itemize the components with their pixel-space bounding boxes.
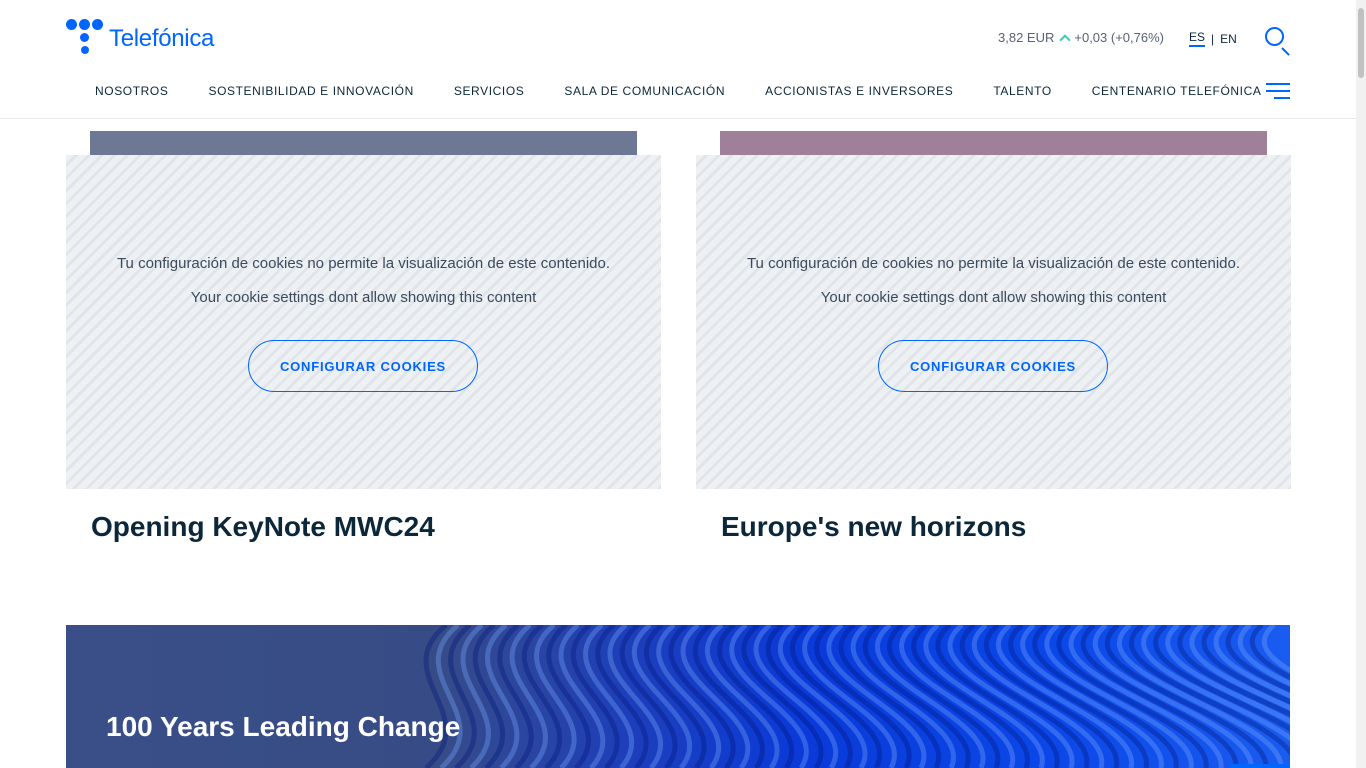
nav-item-sala-comunicacion[interactable]: SALA DE COMUNICACIÓN xyxy=(564,84,725,98)
stock-change: +0,03 (+0,76%) xyxy=(1074,30,1164,45)
card-title[interactable]: Europe's new horizons xyxy=(721,511,1026,543)
arrow-up-icon xyxy=(1059,33,1072,46)
language-es[interactable]: ES xyxy=(1189,30,1206,47)
nav-item-nosotros[interactable]: NOSOTROS xyxy=(95,84,168,98)
logo-text: Telefónica xyxy=(109,25,215,52)
cookie-message-es: Tu configuración de cookies no permite l… xyxy=(116,255,611,272)
site-header: Telefónica 3,82 EUR +0,03 (+0,76%) ES | … xyxy=(0,0,1356,119)
search-icon[interactable] xyxy=(1265,27,1291,56)
nav-item-sostenibilidad[interactable]: SOSTENIBILIDAD E INNOVACIÓN xyxy=(208,84,413,98)
telefonica-logo[interactable]: Telefónica xyxy=(66,19,214,57)
menu-icon[interactable] xyxy=(1266,83,1290,100)
configure-cookies-button[interactable]: CONFIGURAR COOKIES xyxy=(878,340,1108,392)
scrollbar-thumb[interactable] xyxy=(1358,8,1364,78)
card-title[interactable]: Opening KeyNote MWC24 xyxy=(91,511,435,543)
cookie-message-en: Your cookie settings dont allow showing … xyxy=(820,289,1167,306)
language-en[interactable]: EN xyxy=(1220,32,1237,46)
nav-item-servicios[interactable]: SERVICIOS xyxy=(454,84,525,98)
main-nav: NOSOTROS SOSTENIBILIDAD E INNOVACIÓN SER… xyxy=(95,84,1262,98)
logo-dots-icon xyxy=(66,19,104,57)
cookie-message-en: Your cookie settings dont allow showing … xyxy=(190,289,537,306)
banner-accent xyxy=(1230,764,1290,768)
centenary-banner[interactable]: 100 Years Leading Change xyxy=(66,625,1290,768)
language-switcher: ES | EN xyxy=(1189,30,1237,47)
cookie-blocked-embed: Tu configuración de cookies no permite l… xyxy=(696,155,1291,489)
configure-cookies-button[interactable]: CONFIGURAR COOKIES xyxy=(248,340,478,392)
cookie-blocked-embed: Tu configuración de cookies no permite l… xyxy=(66,155,661,489)
card-top-bar xyxy=(720,131,1267,155)
stock-price: 3,82 EUR xyxy=(998,30,1055,45)
stock-ticker[interactable]: 3,82 EUR +0,03 (+0,76%) xyxy=(998,30,1164,46)
nav-item-accionistas[interactable]: ACCIONISTAS E INVERSORES xyxy=(765,84,953,98)
language-separator: | xyxy=(1211,31,1215,46)
cookie-message-es: Tu configuración de cookies no permite l… xyxy=(746,255,1241,272)
nav-item-centenario[interactable]: CENTENARIO TELEFÓNICA xyxy=(1092,84,1262,98)
banner-title: 100 Years Leading Change xyxy=(106,711,461,742)
page-scrollbar[interactable] xyxy=(1356,0,1366,768)
card-top-bar xyxy=(90,131,637,155)
nav-item-talento[interactable]: TALENTO xyxy=(993,84,1051,98)
wave-ribs-graphic xyxy=(423,625,1290,768)
